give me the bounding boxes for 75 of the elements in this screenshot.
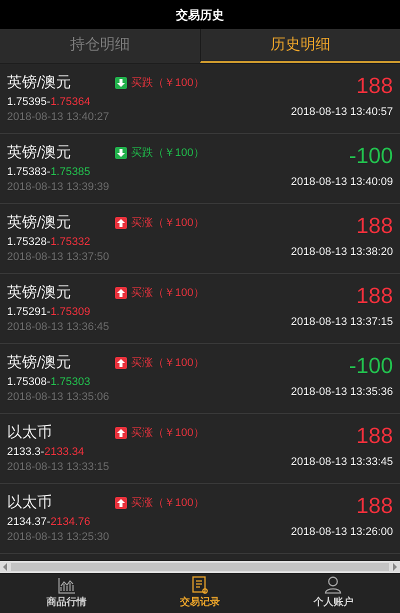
order-label: 买跌（￥100） <box>131 76 204 91</box>
open-time: 2018-08-13 13:25:30 <box>7 530 110 545</box>
user-icon <box>324 576 342 594</box>
dash: - <box>46 165 50 180</box>
page-title: 交易历史 <box>176 6 224 24</box>
profit-amount: 188 <box>356 423 393 449</box>
open-time: 2018-08-13 13:35:06 <box>7 390 110 405</box>
record-row[interactable]: 英镑/澳元 买跌（￥100） 1.75395-1.75364 2018-08-13 13:40:27 188 2018-08-13 13:40:57 <box>0 64 400 134</box>
order-label: 买跌（￥100） <box>131 146 204 161</box>
open-time: 2018-08-13 13:37:50 <box>7 250 110 265</box>
dash: - <box>46 375 50 390</box>
open-time: 2018-08-13 13:33:15 <box>7 460 110 475</box>
profit-amount: -100 <box>348 353 393 379</box>
product-name: 英镑/澳元 <box>7 353 72 373</box>
product-name: 英镑/澳元 <box>7 73 72 93</box>
product-name: 以太币 <box>7 423 53 443</box>
profit-amount: -100 <box>348 143 393 169</box>
order-label: 买涨（￥100） <box>131 216 204 231</box>
open-price: 1.75308 <box>7 375 47 390</box>
profit-amount: 188 <box>356 73 393 99</box>
record-row[interactable]: 以太币 买涨（￥100） 2133.3-2133.34 2018-08-13 13:33:15 188 2018-08-13 13:33:45 <box>0 414 400 484</box>
record-row[interactable]: 英镑/澳元 买涨（￥100） 1.75308-1.75303 2018-08-13 13:35:06 -100 2018-08-13 13:35:36 <box>0 344 400 414</box>
profit-amount: 188 <box>356 213 393 239</box>
close-time: 2018-08-13 13:37:15 <box>290 315 393 330</box>
open-time: 2018-08-13 13:39:39 <box>7 180 110 195</box>
close-price: 1.75309 <box>50 305 90 320</box>
order-label: 买涨（￥100） <box>131 496 204 511</box>
product-name: 英镑/澳元 <box>7 213 72 233</box>
record-row[interactable]: 以太币 买涨（￥100） 2134.37-2134.76 2018-08-13 13:25:30 188 2018-08-13 13:26:00 <box>0 484 400 554</box>
record-row[interactable]: 英镑/澳元 买涨（￥100） 1.75291-1.75309 2018-08-13 13:36:45 188 2018-08-13 13:37:15 <box>0 274 400 344</box>
nav-tab[interactable]: 商品行情 <box>0 573 134 613</box>
open-time: 2018-08-13 13:40:27 <box>7 110 110 125</box>
open-price: 1.75383 <box>7 165 47 180</box>
open-price: 1.75328 <box>7 235 47 250</box>
product-name: 英镑/澳元 <box>7 283 72 303</box>
close-time: 2018-08-13 13:26:00 <box>290 525 393 540</box>
close-price: 1.75364 <box>50 95 90 110</box>
close-time: 2018-08-13 13:40:57 <box>290 105 393 120</box>
document-icon <box>192 576 208 594</box>
dash: - <box>46 95 50 110</box>
horizontal-scrollbar[interactable] <box>0 561 400 573</box>
dash: - <box>46 515 50 530</box>
scrollbar-thumb[interactable] <box>11 563 389 571</box>
nav-tab[interactable]: 个人账户 <box>266 573 400 613</box>
dash: - <box>46 235 50 250</box>
nav-tab[interactable]: 交易记录 <box>133 573 267 613</box>
order-label: 买涨（￥100） <box>131 286 204 301</box>
close-time: 2018-08-13 13:33:45 <box>290 455 393 470</box>
close-price: 1.75385 <box>50 165 90 180</box>
order-label: 买涨（￥100） <box>131 356 204 371</box>
close-price: 1.75303 <box>50 375 90 390</box>
profit-amount: 188 <box>356 493 393 519</box>
open-price: 2133.3 <box>7 445 41 460</box>
open-time: 2018-08-13 13:36:45 <box>7 320 110 335</box>
open-price: 1.75395 <box>7 95 47 110</box>
profit-amount: 188 <box>356 283 393 309</box>
close-price: 2134.76 <box>50 515 90 530</box>
open-price: 1.75291 <box>7 305 47 320</box>
close-price: 2133.34 <box>44 445 84 460</box>
close-time: 2018-08-13 13:40:09 <box>290 175 393 190</box>
close-time: 2018-08-13 13:35:36 <box>290 385 393 400</box>
dash: - <box>40 445 44 460</box>
record-row[interactable]: 英镑/澳元 买跌（￥100） 1.75383-1.75385 2018-08-13 13:39:39 -100 2018-08-13 13:40:09 <box>0 134 400 204</box>
tab[interactable]: 历史明细 <box>200 29 400 63</box>
record-row[interactable]: 英镑/澳元 买涨（￥100） 1.75328-1.75332 2018-08-13 13:37:50 188 2018-08-13 13:38:20 <box>0 204 400 274</box>
chart-icon <box>58 576 76 594</box>
order-label: 买涨（￥100） <box>131 426 204 441</box>
close-price: 1.75332 <box>50 235 90 250</box>
scroll-right-icon[interactable] <box>392 563 398 571</box>
product-name: 以太币 <box>7 493 53 513</box>
close-time: 2018-08-13 13:38:20 <box>290 245 393 260</box>
dash: - <box>46 305 50 320</box>
product-name: 英镑/澳元 <box>7 143 72 163</box>
scroll-left-icon[interactable] <box>2 563 8 571</box>
open-price: 2134.37 <box>7 515 47 530</box>
